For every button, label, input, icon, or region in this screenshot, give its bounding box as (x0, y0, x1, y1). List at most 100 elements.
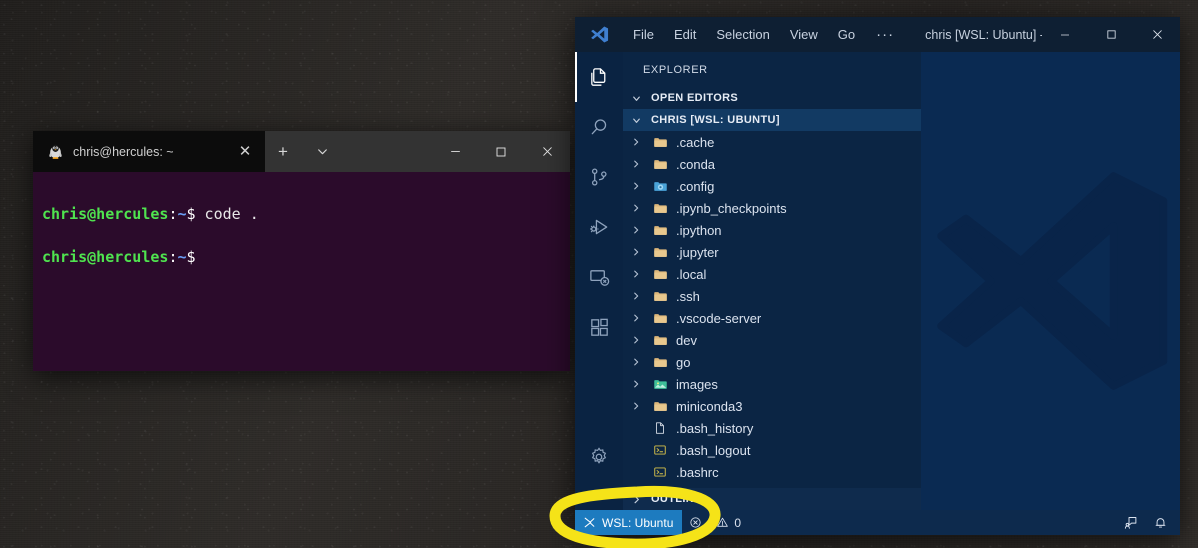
tree-row-label: .ipynb_checkpoints (676, 200, 787, 216)
tree-row-dot-conda[interactable]: .conda (623, 153, 921, 175)
tree-row-dot-ipynb_checkpoints[interactable]: .ipynb_checkpoints (623, 197, 921, 219)
section-open-editors[interactable]: OPEN EDITORS (623, 87, 921, 109)
terminal-minimize-button[interactable] (432, 131, 478, 172)
status-bar[interactable]: WSL: Ubuntu 0 (575, 510, 1180, 535)
remote-explorer-icon (588, 266, 611, 289)
folder-icon (651, 135, 669, 150)
terminal-dropdown-button[interactable] (301, 131, 343, 172)
section-folder-root-label: CHRIS [WSL: UBUNTU] (651, 114, 780, 126)
chevron-down-icon (631, 115, 647, 126)
terminal-maximize-button[interactable] (478, 131, 524, 172)
file-tree[interactable]: .cache .conda .config .ipynb_checkpoints .ip… (623, 131, 921, 488)
activitybar-item-explorer[interactable] (575, 52, 623, 102)
explorer-sidebar[interactable]: EXPLORER OPEN EDITORS CHRIS [WSL: UBUNTU… (623, 52, 921, 510)
tree-row-dev[interactable]: dev (623, 329, 921, 351)
tree-row-label: .jupyter (676, 244, 719, 260)
chevron-right-icon[interactable] (631, 401, 647, 411)
status-bar-problems[interactable]: 0 (682, 510, 748, 535)
chevron-right-icon[interactable] (631, 181, 647, 191)
menu-file[interactable]: File (623, 17, 664, 52)
chevron-right-icon[interactable] (631, 203, 647, 213)
terminal-command: code . (195, 204, 259, 223)
tree-row-dot-jupyter[interactable]: .jupyter (623, 241, 921, 263)
sidebar-title: EXPLORER (643, 63, 708, 76)
chevron-right-icon[interactable] (631, 313, 647, 323)
activitybar-item-run-and-debug[interactable] (575, 202, 623, 252)
terminal-prompt-path: ~ (177, 247, 187, 266)
tree-row-label: .bash_history (676, 420, 754, 436)
vscode-minimize-button[interactable] (1042, 17, 1088, 52)
terminal-drag-region (343, 131, 432, 172)
activitybar-item-source-control[interactable] (575, 152, 623, 202)
tree-row-dot-cache[interactable]: .cache (623, 131, 921, 153)
tree-row-dot-local[interactable]: .local (623, 263, 921, 285)
menu-go[interactable]: Go (828, 17, 865, 52)
folder-icon (651, 267, 669, 282)
chevron-right-icon[interactable] (631, 225, 647, 235)
tree-row-dot-ipython[interactable]: .ipython (623, 219, 921, 241)
vscode-menubar[interactable]: File Edit Selection View Go ··· (623, 17, 905, 52)
tree-row-dot-bashrc[interactable]: .bashrc (623, 461, 921, 483)
menu-overflow-button[interactable]: ··· (865, 17, 905, 52)
chevron-down-icon (631, 93, 647, 104)
status-bar-remote-indicator[interactable]: WSL: Ubuntu (575, 510, 683, 535)
section-outline[interactable]: OUTLINE (623, 488, 921, 510)
terminal-tab-title: chris@hercules: ~ (73, 144, 174, 159)
tree-row-label: dev (676, 332, 697, 348)
chevron-right-icon[interactable] (631, 291, 647, 301)
status-bar-notifications[interactable] (1146, 510, 1180, 535)
chevron-right-icon[interactable] (631, 137, 647, 147)
menu-view[interactable]: View (780, 17, 828, 52)
tree-row-images[interactable]: images (623, 373, 921, 395)
images-folder-icon (651, 377, 669, 392)
terminal-prompt-user: chris@hercules (42, 204, 169, 223)
chevron-right-icon[interactable] (631, 247, 647, 257)
terminal-new-tab-button[interactable]: + (265, 131, 301, 172)
terminal-output[interactable]: chris@hercules:~$ code . chris@hercules:… (33, 172, 570, 371)
vscode-close-button[interactable] (1134, 17, 1180, 52)
vscode-maximize-button[interactable] (1088, 17, 1134, 52)
chevron-right-icon[interactable] (631, 159, 647, 169)
vscode-window-title: chris [WSL: Ubuntu] - Visu... (925, 27, 1042, 42)
editor-area[interactable] (921, 52, 1180, 510)
terminal-tab-close-icon[interactable]: ✕ (235, 142, 255, 162)
section-folder-root[interactable]: CHRIS [WSL: UBUNTU] (623, 109, 921, 131)
terminal-titlebar[interactable]: chris@hercules: ~ ✕ + (33, 131, 570, 172)
terminal-close-button[interactable] (524, 131, 570, 172)
vscode-titlebar[interactable]: File Edit Selection View Go ··· chris [W… (575, 17, 1180, 52)
chevron-right-icon[interactable] (631, 269, 647, 279)
tree-row-go[interactable]: go (623, 351, 921, 373)
chevron-right-icon (631, 494, 647, 505)
tree-row-dot-bash_logout[interactable]: .bash_logout (623, 439, 921, 461)
activity-bar[interactable] (575, 52, 623, 510)
tree-row-label: .local (676, 266, 707, 282)
activitybar-item-remote-explorer[interactable] (575, 252, 623, 302)
folder-icon (651, 311, 669, 326)
tree-row-dot-bash_history[interactable]: .bash_history (623, 417, 921, 439)
folder-icon (651, 289, 669, 304)
tree-row-dot-config[interactable]: .config (623, 175, 921, 197)
terminal-line: chris@hercules:~$ code . (42, 204, 570, 226)
windows-terminal-window[interactable]: chris@hercules: ~ ✕ + chris@hercules:~$ … (33, 131, 570, 371)
menu-edit[interactable]: Edit (664, 17, 706, 52)
tree-row-miniconda3[interactable]: miniconda3 (623, 395, 921, 417)
tree-row-dot-ssh[interactable]: .ssh (623, 285, 921, 307)
terminal-prompt-symbol: $ (186, 247, 196, 266)
tree-row-label: go (676, 354, 691, 370)
terminal-tab[interactable]: chris@hercules: ~ ✕ (33, 131, 265, 172)
section-outline-label: OUTLINE (651, 493, 702, 505)
chevron-right-icon[interactable] (631, 379, 647, 389)
tree-row-label: .config (676, 178, 715, 194)
activitybar-item-extensions[interactable] (575, 302, 623, 352)
run-debug-icon (588, 216, 611, 239)
tree-row-dot-vscode-server[interactable]: .vscode-server (623, 307, 921, 329)
chevron-right-icon[interactable] (631, 335, 647, 345)
menu-selection[interactable]: Selection (706, 17, 779, 52)
status-bar-feedback[interactable] (1117, 510, 1146, 535)
tree-row-label: .ipython (676, 222, 722, 238)
folder-icon (651, 245, 669, 260)
activitybar-item-search[interactable] (575, 102, 623, 152)
chevron-right-icon[interactable] (631, 357, 647, 367)
vscode-window[interactable]: File Edit Selection View Go ··· chris [W… (575, 17, 1180, 535)
activitybar-item-manage[interactable] (575, 432, 623, 482)
